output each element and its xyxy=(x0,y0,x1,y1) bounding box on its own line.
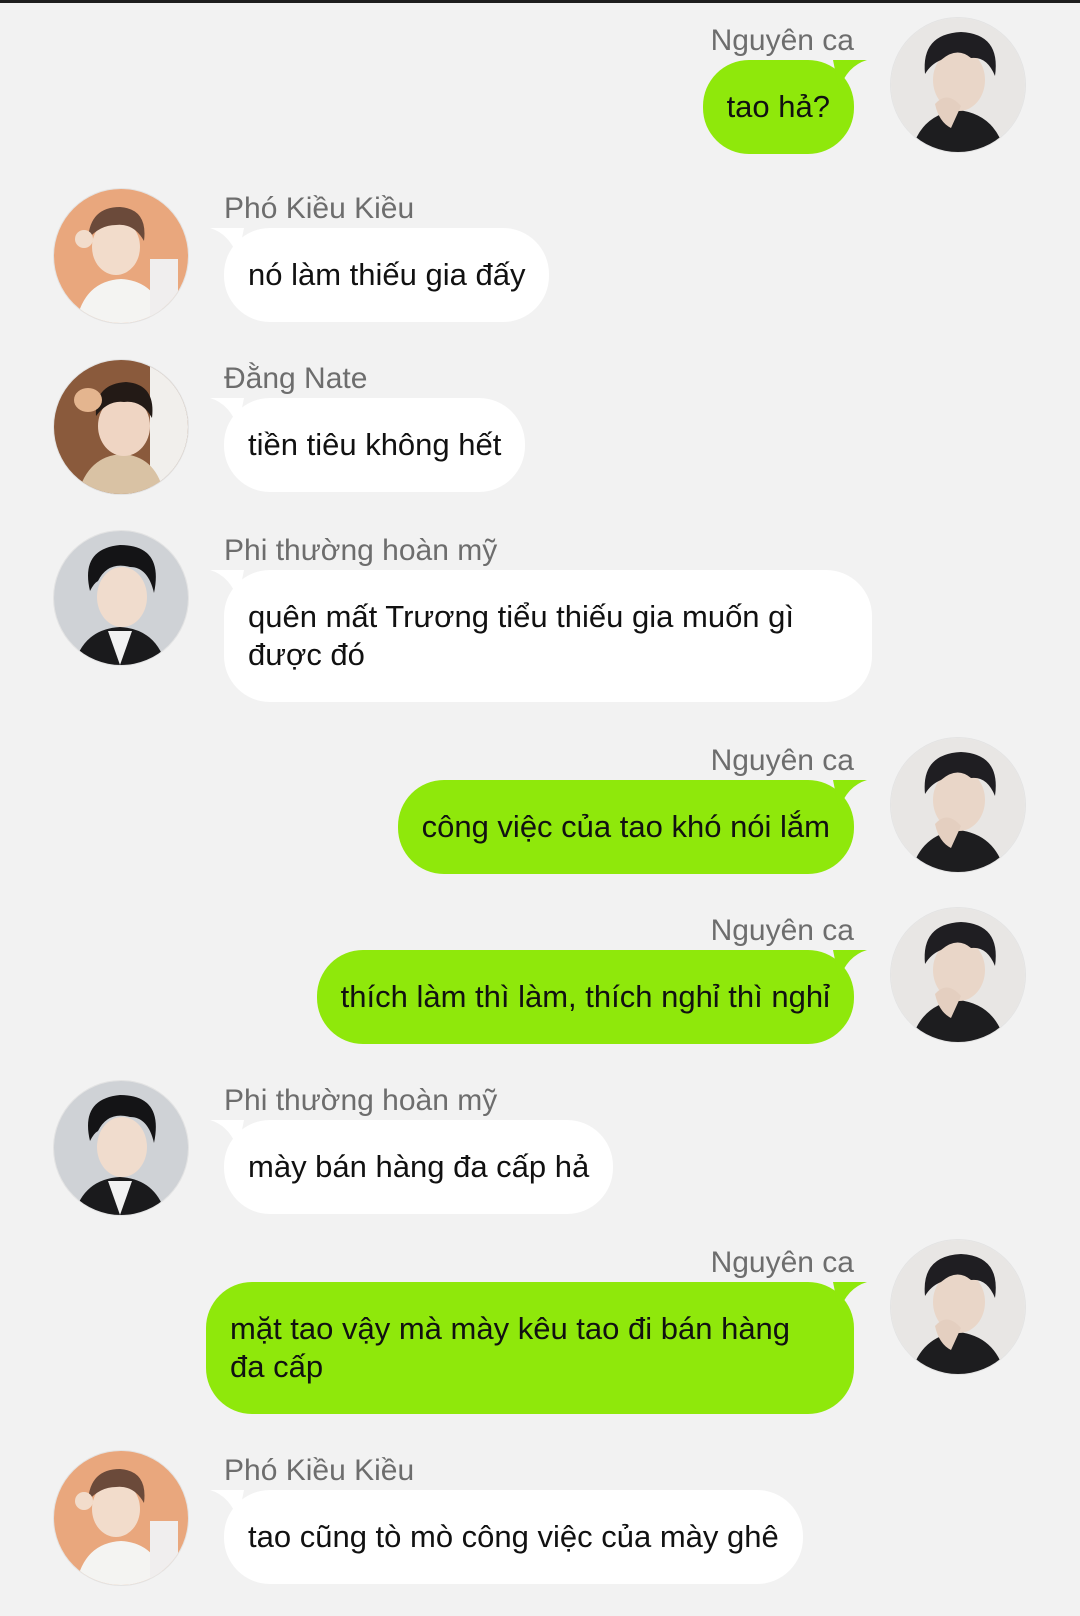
sender-name: Nguyên ca xyxy=(710,744,854,777)
bubble-tail xyxy=(833,1282,867,1312)
bubble-tail xyxy=(833,950,867,980)
sender-name: Phó Kiều Kiều xyxy=(224,192,415,225)
message-row: Nguyên ca tao hả? xyxy=(0,0,1080,160)
avatar-nguyen-ca[interactable] xyxy=(891,1240,1025,1374)
avatar-nguyen-ca[interactable] xyxy=(891,738,1025,872)
message-text: mày bán hàng đa cấp hả xyxy=(248,1149,590,1184)
person-avatar-icon xyxy=(54,360,188,494)
bubble-tail xyxy=(833,60,867,90)
person-avatar-icon xyxy=(54,189,188,323)
message-bubble-other[interactable]: tao cũng tò mò công việc của mày ghê xyxy=(224,1490,803,1584)
person-avatar-icon xyxy=(54,531,188,665)
message-text: tiền tiêu không hết xyxy=(248,427,502,462)
person-avatar-icon xyxy=(891,908,1025,1042)
message-bubble-own[interactable]: thích làm thì làm, thích nghỉ thì nghỉ xyxy=(316,950,854,1044)
bubble-tail xyxy=(833,780,867,810)
message-text: thích làm thì làm, thích nghỉ thì nghỉ xyxy=(340,979,830,1014)
sender-name: Đằng Nate xyxy=(224,362,368,395)
person-avatar-icon xyxy=(54,1081,188,1215)
avatar-pho-kieu-kieu[interactable] xyxy=(54,189,188,323)
message-bubble-other[interactable]: tiền tiêu không hết xyxy=(224,398,526,492)
message-text: tao cũng tò mò công việc của mày ghê xyxy=(248,1519,779,1554)
message-bubble-own[interactable]: công việc của tao khó nói lắm xyxy=(397,780,854,874)
message-row: Đằng Nate tiền tiêu không hết xyxy=(0,340,1080,500)
person-avatar-icon xyxy=(891,18,1025,152)
person-avatar-icon xyxy=(54,1451,188,1585)
sender-name: Phó Kiều Kiều xyxy=(224,1454,415,1487)
message-row: Phi thường hoàn mỹ quên mất Trương tiểu … xyxy=(0,512,1080,712)
person-avatar-icon xyxy=(891,1240,1025,1374)
message-text: mặt tao vậy mà mày kêu tao đi bán hàng đ… xyxy=(230,1311,791,1384)
sender-name: Phi thường hoàn mỹ xyxy=(224,534,498,567)
message-bubble-other[interactable]: quên mất Trương tiểu thiếu gia muốn gì đ… xyxy=(224,570,872,702)
message-row: Nguyên ca mặt tao vậy mà mày kêu tao đi … xyxy=(0,1222,1080,1422)
message-bubble-own[interactable]: tao hả? xyxy=(702,60,854,154)
message-bubble-own[interactable]: mặt tao vậy mà mày kêu tao đi bán hàng đ… xyxy=(206,1282,854,1414)
message-text: quên mất Trương tiểu thiếu gia muốn gì đ… xyxy=(248,599,795,672)
message-text: công việc của tao khó nói lắm xyxy=(421,809,830,844)
sender-name: Nguyên ca xyxy=(710,1246,854,1279)
avatar-phi-thuong-hoan-my[interactable] xyxy=(54,531,188,665)
message-row: Nguyên ca thích làm thì làm, thích nghỉ … xyxy=(0,890,1080,1050)
chat-message-list[interactable]: Nguyên ca tao hả? Phó Kiều Kiều nó làm t… xyxy=(0,0,1080,1616)
sender-name: Nguyên ca xyxy=(710,914,854,947)
message-row: Phó Kiều Kiều nó làm thiếu gia đấy xyxy=(0,170,1080,330)
avatar-phi-thuong-hoan-my[interactable] xyxy=(54,1081,188,1215)
avatar-nguyen-ca[interactable] xyxy=(891,18,1025,152)
message-text: tao hả? xyxy=(726,89,830,124)
sender-name: Nguyên ca xyxy=(710,24,854,57)
message-text: nó làm thiếu gia đấy xyxy=(248,257,526,292)
avatar-pho-kieu-kieu[interactable] xyxy=(54,1451,188,1585)
message-bubble-other[interactable]: mày bán hàng đa cấp hả xyxy=(224,1120,614,1214)
sender-name: Phi thường hoàn mỹ xyxy=(224,1084,498,1117)
message-row: Phi thường hoàn mỹ mày bán hàng đa cấp h… xyxy=(0,1062,1080,1222)
message-row: Nguyên ca công việc của tao khó nói lắm xyxy=(0,720,1080,880)
message-row: Phó Kiều Kiều tao cũng tò mò công việc c… xyxy=(0,1432,1080,1602)
avatar-dang-nate[interactable] xyxy=(54,360,188,494)
person-avatar-icon xyxy=(891,738,1025,872)
avatar-nguyen-ca[interactable] xyxy=(891,908,1025,1042)
message-bubble-other[interactable]: nó làm thiếu gia đấy xyxy=(224,228,550,322)
